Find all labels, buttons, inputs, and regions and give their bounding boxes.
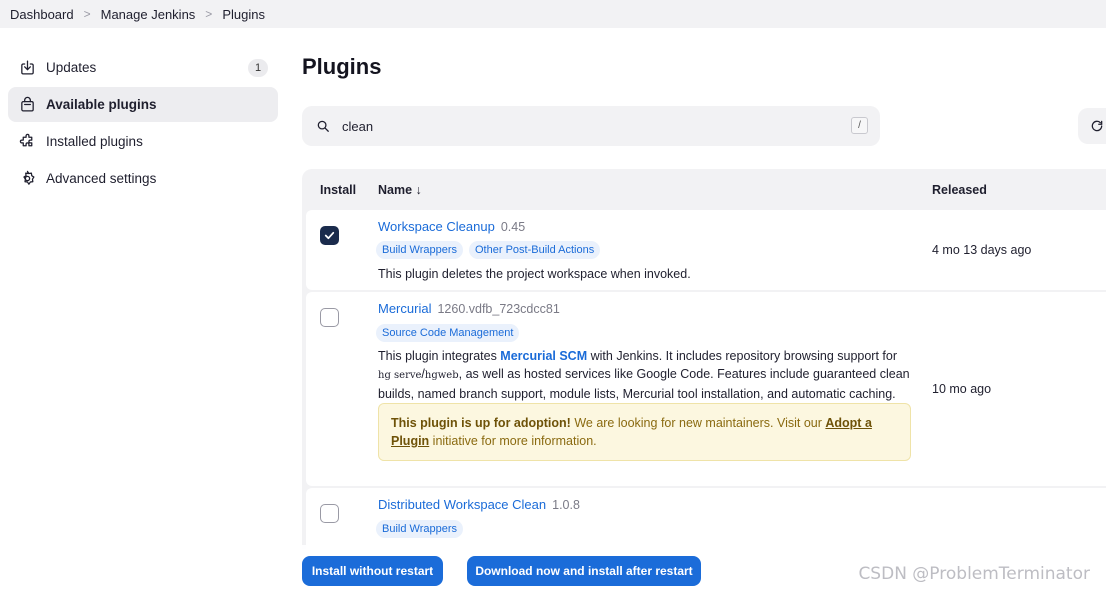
description-text: This plugin integrates — [378, 349, 501, 363]
install-checkbox[interactable] — [320, 308, 339, 327]
description-text: builds, named branch support, module lis… — [378, 387, 896, 401]
download-install-after-restart-button[interactable]: Download now and install after restart — [467, 556, 701, 586]
sidebar-item-label: Updates — [46, 60, 97, 75]
adoption-notice: This plugin is up for adoption! We are l… — [378, 403, 911, 461]
sidebar-item-updates[interactable]: Updates 1 — [8, 50, 278, 85]
chevron-right-icon: > — [83, 7, 91, 21]
category-tag[interactable]: Build Wrappers — [376, 241, 463, 259]
plugin-version: 0.45 — [500, 220, 526, 234]
watermark: CSDN @ProblemTerminator — [858, 564, 1090, 584]
plugin-name-link[interactable]: Distributed Workspace Clean — [378, 497, 546, 512]
install-checkbox[interactable] — [320, 226, 339, 245]
plugin-version: 1260.vdfb_723cdcc81 — [437, 302, 560, 316]
description-text: , as well as hosted services like Google… — [458, 367, 910, 381]
breadcrumb-plugins[interactable]: Plugins — [222, 7, 265, 22]
plugin-title: Workspace Cleanup 0.45 — [378, 219, 525, 234]
plugin-tags: Build Wrappers Other Post-Build Actions — [376, 241, 601, 259]
table-row: Mercurial 1260.vdfb_723cdcc81 Source Code… — [306, 292, 1106, 486]
plugin-tags: Build Wrappers — [376, 520, 463, 538]
released-date: 10 mo ago — [932, 382, 992, 396]
adopt-a-plugin-link[interactable]: Adopt a — [825, 416, 872, 430]
adoption-heading: This plugin is up for adoption! — [391, 416, 571, 430]
page-title: Plugins — [302, 54, 382, 79]
breadcrumb: Dashboard > Manage Jenkins > Plugins — [0, 0, 1106, 28]
check-now-button[interactable] — [1078, 108, 1106, 144]
refresh-icon — [1091, 120, 1103, 132]
checkmark-icon — [324, 231, 335, 240]
updates-count-badge: 1 — [248, 59, 268, 77]
plugin-name-link[interactable]: Workspace Cleanup — [378, 219, 495, 234]
sidebar: Updates 1 Available plugins Installed pl… — [8, 50, 278, 198]
mercurial-scm-link[interactable]: Mercurial SCM — [500, 349, 587, 363]
adoption-text: We are looking for new maintainers. Visi… — [570, 416, 826, 430]
plugin-version: 1.0.8 — [552, 498, 580, 512]
category-tag[interactable]: Source Code Management — [376, 324, 520, 342]
plugin-title: Mercurial 1260.vdfb_723cdcc81 — [378, 301, 560, 316]
sidebar-item-label: Installed plugins — [46, 134, 143, 149]
code-snippet: hgweb — [424, 370, 459, 381]
download-icon — [19, 59, 36, 76]
sidebar-item-installed-plugins[interactable]: Installed plugins — [8, 124, 278, 159]
sidebar-item-label: Available plugins — [46, 97, 157, 112]
description-text: with Jenkins. It includes repository bro… — [587, 349, 898, 363]
table-header: Install Name ↓ Released — [302, 169, 1106, 210]
plugin-description: This plugin deletes the project workspac… — [378, 267, 691, 281]
plugin-name-link[interactable]: Mercurial — [378, 301, 431, 316]
bottom-action-bar: Install without restart Download now and… — [0, 545, 1106, 591]
search-input[interactable] — [342, 118, 802, 134]
breadcrumb-dashboard[interactable]: Dashboard — [10, 7, 74, 22]
category-tag[interactable]: Other Post-Build Actions — [469, 241, 601, 259]
plugin-description: This plugin integrates Mercurial SCM wit… — [378, 347, 918, 403]
install-checkbox[interactable] — [320, 504, 339, 523]
chevron-right-icon: > — [205, 7, 213, 21]
sidebar-item-label: Advanced settings — [46, 171, 157, 186]
code-snippet: hg serve — [378, 370, 422, 381]
released-date: 4 mo 13 days ago — [932, 243, 1032, 257]
puzzle-icon — [19, 133, 36, 150]
breadcrumb-manage-jenkins[interactable]: Manage Jenkins — [101, 7, 196, 22]
table-row: Distributed Workspace Clean 1.0.8 Build W… — [306, 488, 1106, 549]
sidebar-item-available-plugins[interactable]: Available plugins — [8, 87, 278, 122]
plugin-title: Distributed Workspace Clean 1.0.8 — [378, 497, 580, 512]
keyboard-shortcut-hint: / — [851, 117, 868, 134]
search-box[interactable]: / — [302, 106, 880, 146]
table-row: Workspace Cleanup 0.45 Build Wrappers Oth… — [306, 210, 1106, 290]
adopt-a-plugin-link[interactable]: Plugin — [391, 434, 429, 448]
column-header-released[interactable]: Released — [932, 183, 987, 197]
adoption-text: initiative for more information. — [429, 434, 597, 448]
column-header-name[interactable]: Name ↓ — [378, 183, 422, 197]
gear-icon — [19, 170, 36, 187]
plugins-table: Install Name ↓ Released Workspace Cleanu… — [302, 169, 1106, 549]
plugin-tags: Source Code Management — [376, 324, 520, 342]
shopping-bag-icon — [19, 96, 36, 113]
sidebar-item-advanced-settings[interactable]: Advanced settings — [8, 161, 278, 196]
category-tag[interactable]: Build Wrappers — [376, 520, 463, 538]
column-header-install: Install — [320, 183, 357, 197]
install-without-restart-button[interactable]: Install without restart — [302, 556, 443, 586]
search-icon — [317, 120, 329, 132]
